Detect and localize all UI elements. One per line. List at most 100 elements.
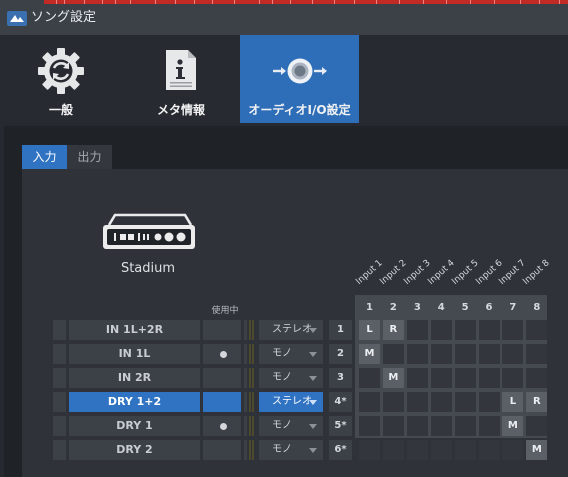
routing-cell[interactable] bbox=[454, 344, 476, 364]
routing-cell[interactable] bbox=[478, 344, 500, 364]
channel-number: 6* bbox=[329, 440, 352, 460]
routing-cell[interactable] bbox=[359, 392, 380, 412]
tab-audio-io[interactable]: オーディオI/O設定 bbox=[240, 35, 359, 123]
tab-general-label: 一般 bbox=[48, 103, 73, 117]
in-use-cell[interactable] bbox=[203, 368, 241, 388]
row-handle[interactable] bbox=[53, 392, 66, 412]
routing-cell[interactable] bbox=[359, 440, 380, 460]
column-number: 3 bbox=[413, 302, 421, 313]
chevron-down-icon bbox=[309, 352, 317, 357]
routing-cell[interactable] bbox=[359, 416, 380, 436]
chevron-down-icon bbox=[309, 376, 317, 381]
routing-cell[interactable] bbox=[454, 368, 476, 388]
row-handle[interactable] bbox=[53, 440, 66, 460]
routing-cell[interactable] bbox=[526, 368, 548, 388]
channel-number: 4* bbox=[329, 392, 352, 412]
in-use-cell[interactable] bbox=[203, 392, 241, 412]
routing-cell[interactable] bbox=[454, 416, 476, 436]
meter-bar bbox=[252, 392, 254, 412]
routing-cell[interactable] bbox=[430, 416, 452, 436]
routing-cell[interactable] bbox=[406, 392, 428, 412]
in-use-cell[interactable] bbox=[203, 344, 241, 364]
routing-cell[interactable] bbox=[430, 440, 452, 460]
routing-cell[interactable] bbox=[502, 368, 524, 388]
routing-cell[interactable] bbox=[382, 416, 404, 436]
routing-cell[interactable] bbox=[406, 344, 428, 364]
routing-assignment[interactable]: R bbox=[526, 392, 548, 412]
row-handle[interactable] bbox=[53, 416, 66, 436]
routing-cell[interactable] bbox=[502, 320, 524, 340]
row-handle[interactable] bbox=[53, 344, 66, 364]
tab-meta-info[interactable]: メタ情報 bbox=[122, 35, 240, 123]
routing-assignment[interactable]: M bbox=[502, 416, 524, 436]
routing-cell[interactable] bbox=[406, 320, 428, 340]
in-use-dot bbox=[220, 351, 227, 358]
routing-cell[interactable] bbox=[406, 416, 428, 436]
timeline-strip bbox=[44, 0, 568, 4]
app-icon bbox=[7, 11, 27, 26]
routing-cell[interactable] bbox=[382, 344, 404, 364]
meter-cell bbox=[244, 368, 247, 388]
row-handle[interactable] bbox=[53, 368, 66, 388]
subtab-input[interactable]: 入力 bbox=[22, 145, 67, 169]
input-name[interactable]: IN 1L+2R bbox=[69, 320, 200, 340]
routing-cell[interactable] bbox=[478, 320, 500, 340]
in-use-header: 使用中 bbox=[211, 306, 239, 316]
routing-assignment[interactable]: M bbox=[359, 344, 380, 364]
routing-assignment[interactable]: L bbox=[502, 392, 524, 412]
chevron-down-icon bbox=[309, 328, 317, 333]
channel-type-value: ステレオ bbox=[272, 396, 312, 407]
routing-cell[interactable] bbox=[430, 392, 452, 412]
in-use-cell[interactable] bbox=[203, 440, 241, 460]
meter-bar bbox=[249, 344, 251, 364]
routing-cell[interactable] bbox=[478, 440, 500, 460]
input-name[interactable]: DRY 1 bbox=[69, 416, 200, 436]
routing-cell[interactable] bbox=[430, 344, 452, 364]
routing-cell[interactable] bbox=[382, 440, 404, 460]
routing-assignment[interactable]: M bbox=[526, 440, 548, 460]
routing-cell[interactable] bbox=[454, 392, 476, 412]
channel-type-dropdown[interactable]: モノ bbox=[259, 368, 323, 388]
in-use-cell[interactable] bbox=[203, 416, 241, 436]
channel-type-value: モノ bbox=[272, 420, 292, 431]
device-name: Stadium bbox=[120, 261, 176, 276]
routing-cell[interactable] bbox=[478, 368, 500, 388]
routing-cell[interactable] bbox=[406, 368, 428, 388]
input-name[interactable]: DRY 2 bbox=[69, 440, 200, 460]
routing-cell[interactable] bbox=[478, 416, 500, 436]
routing-cell[interactable] bbox=[430, 320, 452, 340]
routing-cell[interactable] bbox=[406, 440, 428, 460]
routing-cell[interactable] bbox=[478, 392, 500, 412]
routing-cell[interactable] bbox=[502, 344, 524, 364]
channel-type-dropdown[interactable]: ステレオ bbox=[259, 392, 323, 412]
subtab-output[interactable]: 出力 bbox=[67, 145, 112, 169]
channel-type-value: モノ bbox=[272, 348, 292, 359]
meter-bar bbox=[249, 368, 251, 388]
channel-type-dropdown[interactable]: モノ bbox=[259, 344, 323, 364]
row-handle[interactable] bbox=[53, 320, 66, 340]
routing-cell[interactable] bbox=[454, 440, 476, 460]
routing-cell[interactable] bbox=[382, 392, 404, 412]
column-number: 2 bbox=[389, 302, 397, 313]
in-use-cell[interactable] bbox=[203, 320, 241, 340]
channel-type-dropdown[interactable]: モノ bbox=[259, 416, 323, 436]
input-name[interactable]: IN 1L bbox=[69, 344, 200, 364]
routing-cell[interactable] bbox=[454, 320, 476, 340]
channel-type-dropdown[interactable]: ステレオ bbox=[259, 320, 323, 340]
routing-cell[interactable] bbox=[526, 320, 548, 340]
channel-type-dropdown[interactable]: モノ bbox=[259, 440, 323, 460]
routing-cell[interactable] bbox=[430, 368, 452, 388]
meter-cell bbox=[244, 392, 247, 412]
routing-cell[interactable] bbox=[502, 440, 524, 460]
routing-cell[interactable] bbox=[359, 368, 380, 388]
routing-assignment[interactable]: M bbox=[382, 368, 404, 388]
tab-audio-io-label: オーディオI/O設定 bbox=[248, 103, 351, 117]
routing-assignment[interactable]: L bbox=[359, 320, 380, 340]
input-name[interactable]: DRY 1+2 bbox=[69, 392, 200, 412]
column-number: 1 bbox=[366, 302, 373, 313]
routing-cell[interactable] bbox=[526, 344, 548, 364]
routing-assignment[interactable]: R bbox=[382, 320, 404, 340]
routing-cell[interactable] bbox=[526, 416, 548, 436]
input-name[interactable]: IN 2R bbox=[69, 368, 200, 388]
tab-general[interactable]: 一般 bbox=[0, 35, 122, 123]
